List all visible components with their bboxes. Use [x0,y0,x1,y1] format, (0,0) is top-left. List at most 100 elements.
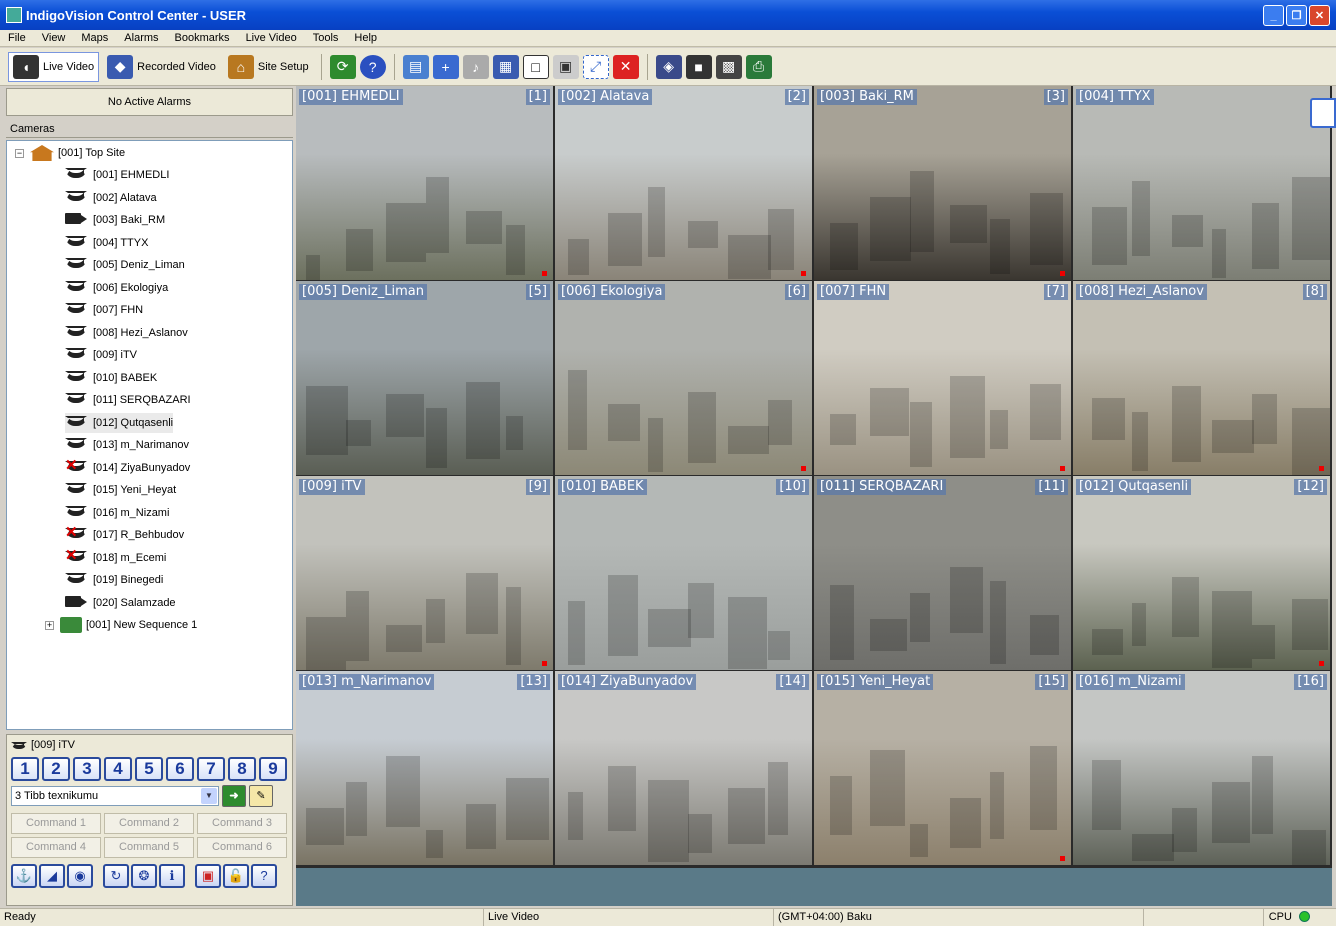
ptz-tilt-icon[interactable]: ⚓ [11,864,37,888]
camera-tree-item[interactable]: [009] iTV [65,345,137,365]
video-tile[interactable]: [011] SERQBAZARI [11] [814,476,1071,670]
preset-button-3[interactable]: 3 [73,757,101,781]
command-4-button[interactable]: Command 4 [11,837,101,858]
video-tile[interactable]: [009] iTV [9] [296,476,553,670]
command-6-button[interactable]: Command 6 [197,837,287,858]
camera-tree-item[interactable]: [001] EHMEDLI [65,165,169,185]
collapse-icon[interactable]: − [15,148,24,158]
ptz-icon[interactable]: ◈ [655,54,682,79]
video-tile[interactable]: [010] BABEK [10] [555,476,812,670]
multi-snapshot-icon[interactable]: ▩ [715,54,742,79]
menu-live-video[interactable]: Live Video [238,30,305,46]
panel-toggle-button[interactable] [1310,98,1336,128]
preset-select[interactable]: 3 Tibb texnikumu ▼ [11,786,219,806]
site-setup-button[interactable]: ⌂ Site Setup [224,52,313,82]
ptz-refresh-icon[interactable]: ↻ [103,864,129,888]
camera-tree-item[interactable]: ✕ [014] ZiyaBunyadov [65,458,190,478]
ptz-focus-icon[interactable]: ◉ [67,864,93,888]
edit-preset-button[interactable]: ✎ [249,785,273,807]
ptz-stop-icon[interactable]: ▣ [195,864,221,888]
menu-file[interactable]: File [0,30,34,46]
camera-tree-item[interactable]: [003] Baki_RM [65,210,165,230]
camera-tree-item[interactable]: [005] Deniz_Liman [65,255,185,275]
camera-tree-item[interactable]: [012] Qutqasenli [65,412,174,433]
ptz-lock-icon[interactable]: 🔓 [223,864,249,888]
video-tile[interactable]: [003] Baki_RM [3] [814,86,1071,280]
camera-tree-item[interactable]: ✕ [017] R_Behbudov [65,525,184,545]
chevron-down-icon[interactable]: ▼ [201,788,217,804]
preset-button-2[interactable]: 2 [42,757,70,781]
goto-preset-button[interactable]: ➜ [222,785,246,807]
ptz-iris-icon[interactable]: ❂ [131,864,157,888]
site-node[interactable]: − [001] Top Site [15,143,125,163]
snapshot-icon[interactable]: ■ [685,54,712,79]
video-tile[interactable]: [006] Ekologiya [6] [555,281,812,475]
alarm-bell-icon[interactable]: ♪ [462,54,489,79]
live-video-button[interactable]: ◖ Live Video [8,51,100,82]
camera-tree-item[interactable]: [019] Binegedi [65,570,163,590]
preset-button-8[interactable]: 8 [228,757,256,781]
command-3-button[interactable]: Command 3 [197,813,287,834]
add-view-icon[interactable]: + [432,54,459,79]
video-tile[interactable]: [007] FHN [7] [814,281,1071,475]
camera-tree-item[interactable]: [007] FHN [65,300,143,320]
maximize-button[interactable]: ❐ [1286,5,1307,26]
preset-button-4[interactable]: 4 [104,757,132,781]
video-tile[interactable]: [004] TTYX [1073,86,1330,280]
sequence-node[interactable]: + [001] New Sequence 1 [45,615,197,635]
video-tile[interactable]: [001] EHMEDLI [1] [296,86,553,280]
close-all-icon[interactable]: ✕ [612,54,639,79]
minimize-button[interactable]: _ [1263,5,1284,26]
preset-button-9[interactable]: 9 [259,757,287,781]
video-tile[interactable]: [016] m_Nizami [16] [1073,671,1330,865]
window-icon[interactable]: ▣ [552,54,579,79]
camera-tree-item[interactable]: [020] Salamzade [65,593,176,613]
camera-tree-item[interactable]: [011] SERQBAZARI [65,390,191,410]
ptz-help-icon[interactable]: ? [251,864,277,888]
video-tile[interactable]: [008] Hezi_Aslanov [8] [1073,281,1330,475]
camera-tree-item[interactable]: [016] m_Nizami [65,503,169,523]
camera-tree-item[interactable]: [015] Yeni_Heyat [65,480,176,500]
close-button[interactable]: ✕ [1309,5,1330,26]
layout-icon[interactable]: ▤ [402,54,429,79]
dome-camera-icon [65,168,89,182]
menu-tools[interactable]: Tools [305,30,347,46]
menu-maps[interactable]: Maps [73,30,116,46]
command-5-button[interactable]: Command 5 [104,837,194,858]
menu-alarms[interactable]: Alarms [116,30,166,46]
single-view-icon[interactable]: □ [522,54,549,79]
camera-tree-item[interactable]: [006] Ekologiya [65,278,168,298]
command-2-button[interactable]: Command 2 [104,813,194,834]
fullscreen-icon[interactable]: ⤢ [582,54,609,79]
camera-tree-item[interactable]: [002] Alatava [65,188,157,208]
help-icon[interactable]: ? [359,54,386,79]
camera-tree-item[interactable]: [013] m_Narimanov [65,435,189,455]
menu-bookmarks[interactable]: Bookmarks [167,30,238,46]
video-tile[interactable]: [005] Deniz_Liman [5] [296,281,553,475]
preset-button-7[interactable]: 7 [197,757,225,781]
expand-icon[interactable]: + [45,620,54,630]
video-tile[interactable]: [014] ZiyaBunyadov [14] [555,671,812,865]
camera-tree-item[interactable]: [004] TTYX [65,233,148,253]
camera-tree-item[interactable]: [008] Hezi_Aslanov [65,323,188,343]
ptz-zoom-icon[interactable]: ◢ [39,864,65,888]
camera-tree-item[interactable]: [010] BABEK [65,368,157,388]
preset-button-1[interactable]: 1 [11,757,39,781]
camera-tree-item[interactable]: ✕ [018] m_Ecemi [65,548,166,568]
menu-view[interactable]: View [34,30,74,46]
grid-layout-icon[interactable]: ▦ [492,54,519,79]
video-tile[interactable]: [015] Yeni_Heyat [15] [814,671,1071,865]
refresh-icon[interactable]: ⟳ [329,54,356,79]
site-house-icon [30,145,54,161]
video-tile[interactable]: [012] Qutqasenli [12] [1073,476,1330,670]
recorded-video-button[interactable]: ◆ Recorded Video [103,52,220,82]
camera-tree[interactable]: − [001] Top Site [001] EHMEDLI [002] Alat… [6,140,293,730]
ptz-info-icon[interactable]: ℹ [159,864,185,888]
video-tile[interactable]: [013] m_Narimanov [13] [296,671,553,865]
preset-button-5[interactable]: 5 [135,757,163,781]
menu-help[interactable]: Help [346,30,385,46]
preset-button-6[interactable]: 6 [166,757,194,781]
video-tile[interactable]: [002] Alatava [2] [555,86,812,280]
print-icon[interactable]: ⎙ [745,54,772,79]
command-1-button[interactable]: Command 1 [11,813,101,834]
